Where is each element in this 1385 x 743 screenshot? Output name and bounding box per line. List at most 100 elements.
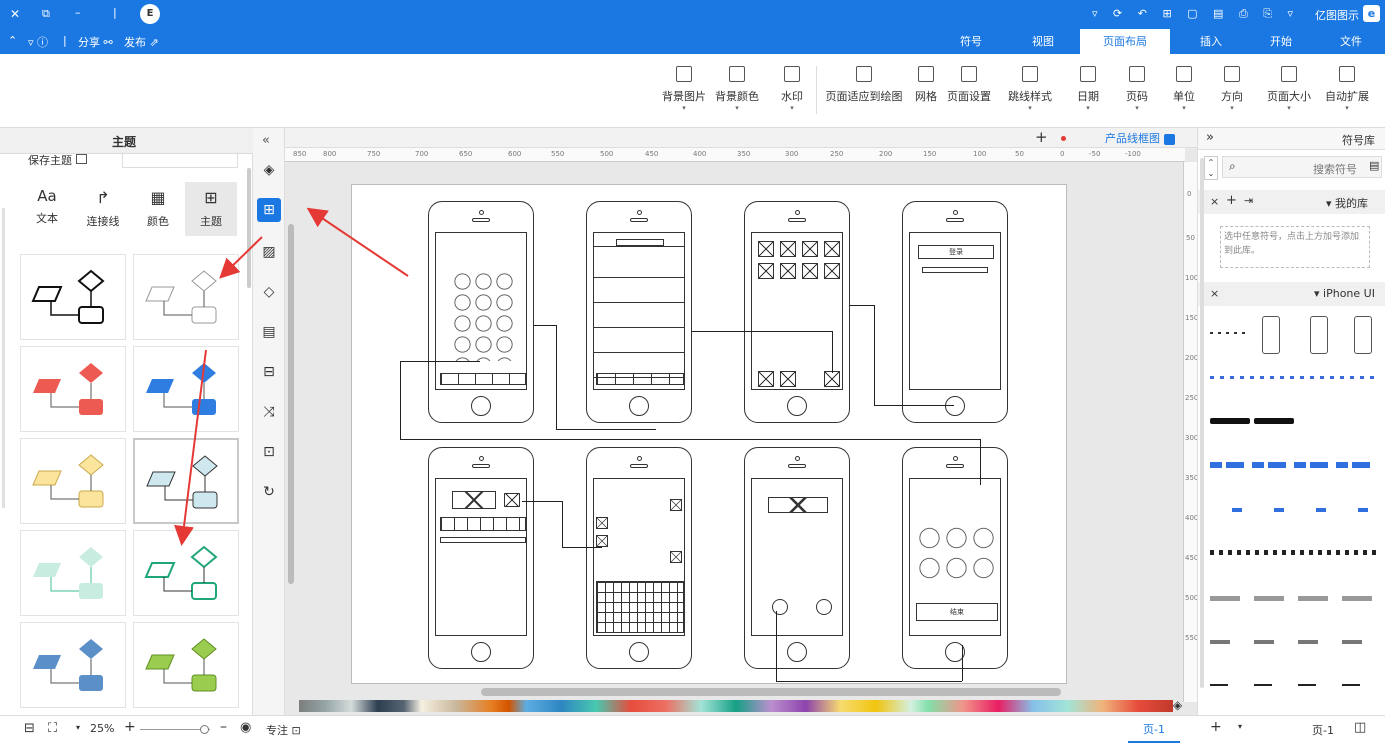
page-number-button[interactable]: 页码 ▾ [1120,64,1154,124]
panel-scrollbar-left[interactable] [2,208,5,508]
page-list-icon[interactable]: ◫ [1354,720,1366,735]
symbol-blue-bar[interactable] [1210,462,1378,468]
symbol-row[interactable] [1210,376,1378,379]
symbol-status-bar[interactable] [1210,332,1246,334]
zoom-slider[interactable] [140,725,210,734]
theme-card-teal[interactable] [133,530,239,616]
canvas-area[interactable]: + 产品线框图 -100 -50 0 50 100 150 200 250 30… [285,128,1198,715]
presentation-tool-icon[interactable]: ⊡ [257,440,281,464]
fullscreen-icon[interactable]: ⊟ [24,721,35,736]
library-menu-icon[interactable]: ▤ [1369,159,1379,172]
help-icon[interactable]: ▿ ⓘ [28,34,48,50]
theme-card-red[interactable] [20,346,126,432]
bg-image-button[interactable]: 背景图片 ▾ [660,64,708,124]
phone-profile[interactable] [428,447,534,669]
date-button[interactable]: 日期 ▾ [1072,64,1104,124]
jump-style-button[interactable]: 跳线样式 ▾ [1004,64,1056,124]
search-arrows[interactable]: ⌃ ⌄ [1204,156,1218,180]
expand-panel-icon[interactable]: » [1206,130,1214,145]
page-tab-active[interactable]: 页-1 [1128,716,1180,743]
category-text[interactable]: Aa 文本 [22,182,72,236]
fill-tool-icon[interactable]: ◈ [257,158,281,182]
tab-home[interactable]: 开始 [1248,29,1314,54]
tab-page-layout[interactable]: 页面布局 [1080,29,1170,54]
vertical-scrollbar[interactable] [288,224,294,584]
symbol-grid[interactable] [1206,314,1382,714]
page-selector[interactable]: 页-1 [1312,722,1334,738]
phone-contacts[interactable] [586,201,692,423]
category-theme[interactable]: ⊞ 主题 [185,182,237,236]
page-setup-button[interactable]: 页面设置 [944,64,994,124]
theme-card-light-blue[interactable] [133,438,239,524]
fit-to-drawing-button[interactable]: 页面适应到绘图 [822,64,906,124]
theme-card-blue[interactable] [133,346,239,432]
symbol-dots[interactable] [1210,550,1378,555]
add-icon[interactable]: + [1226,193,1237,208]
add-page-button[interactable]: + [1210,719,1222,735]
auto-expand-button[interactable]: 自动扩展 ▾ [1322,64,1372,124]
bg-color-button[interactable]: 背景颜色 ▾ [712,64,762,124]
tab-insert[interactable]: 插入 [1178,29,1244,54]
phone-incoming-call[interactable] [744,447,850,669]
phone-gallery[interactable] [744,201,850,423]
tab-view[interactable]: 视图 [1010,29,1076,54]
close-icon[interactable]: × [1210,287,1219,300]
fit-page-icon[interactable]: ⛶ [48,721,57,736]
theme-card-steel[interactable] [20,622,126,708]
symbol-line[interactable] [1210,684,1378,686]
symbol-segment[interactable] [1210,640,1378,644]
theme-card-yellow[interactable] [20,438,126,524]
color-palette[interactable] [299,700,1173,712]
symbol-slider[interactable] [1210,596,1378,601]
zoom-out-button[interactable]: – [220,719,227,735]
unit-button[interactable]: 单位 ▾ [1168,64,1200,124]
save-theme-button[interactable]: 保存主题 [28,152,100,168]
tab-file[interactable]: 文件 [1318,29,1384,54]
theme-name-input[interactable] [122,152,238,168]
grid-button[interactable]: 网格 [910,64,942,124]
category-connector[interactable]: ↱ 连接线 [78,182,128,236]
phone-dialer[interactable] [428,201,534,423]
zoom-in-button[interactable]: + [124,719,136,735]
drawing-page[interactable]: 登录 结束 [351,184,1067,684]
tab-symbols[interactable]: 符号 [938,29,1004,54]
theme-tool-icon[interactable]: ⊞ [257,198,281,222]
phone-in-call[interactable]: 结束 [902,447,1008,669]
new-page-icon[interactable]: + [1035,128,1048,146]
image-tool-icon[interactable]: ▨ [257,240,281,264]
data-tool-icon[interactable]: ⊟ [257,360,281,384]
import-icon[interactable]: ⇥ [1244,194,1253,207]
theme-card-black[interactable] [20,254,126,340]
zoom-reset-icon[interactable]: ◉ [240,720,251,735]
theme-card-mint[interactable] [20,530,126,616]
shuffle-tool-icon[interactable]: ⤨ [257,400,281,424]
horizontal-scrollbar[interactable] [481,688,1061,696]
close-window-button[interactable]: ✕ [10,7,20,21]
symbol-dark-bar[interactable] [1210,418,1250,424]
page-size-button[interactable]: 页面大小 ▾ [1264,64,1314,124]
notification-icon[interactable]: E [140,4,160,24]
restore-window-button[interactable]: ⧉ [42,7,50,21]
theme-card-gray[interactable] [133,254,239,340]
quick-access-toolbar[interactable]: ▿ ⟳ ↶ ⊞ ▢ ▤ ⎙ ⎘ ▿ [1092,7,1299,21]
category-color[interactable]: ▦ 颜色 [133,182,183,236]
zoom-dropdown-icon[interactable]: ▾ [76,723,80,732]
page-menu-icon[interactable]: ▾ [1238,722,1242,731]
zoom-slider-knob[interactable] [200,725,209,734]
symbol-iphone[interactable] [1262,316,1280,354]
watermark-button[interactable]: 水印 ▾ [774,64,810,124]
symbol-iphone[interactable] [1354,316,1372,354]
symbol-search-input[interactable]: ⌕ 搜索符号 ▤ [1222,156,1382,178]
symbol-scrollbar[interactable] [1200,158,1204,688]
theme-card-green[interactable] [133,622,239,708]
symbol-dark-bar[interactable] [1254,418,1294,424]
minimize-window-button[interactable]: – [75,6,81,19]
panel-scrollbar[interactable] [247,168,251,288]
publish-button[interactable]: 发布 ⇗ [124,34,159,50]
fill-picker-icon[interactable]: ◈ [1173,698,1182,712]
focus-mode-button[interactable]: 专注 ⊡ [266,722,301,738]
orientation-button[interactable]: 方向 ▾ [1216,64,1248,124]
page-tool-icon[interactable]: ▤ [257,320,281,344]
share-button[interactable]: 分享 ⚯ [78,34,113,50]
symbol-blue-small[interactable] [1232,508,1382,512]
